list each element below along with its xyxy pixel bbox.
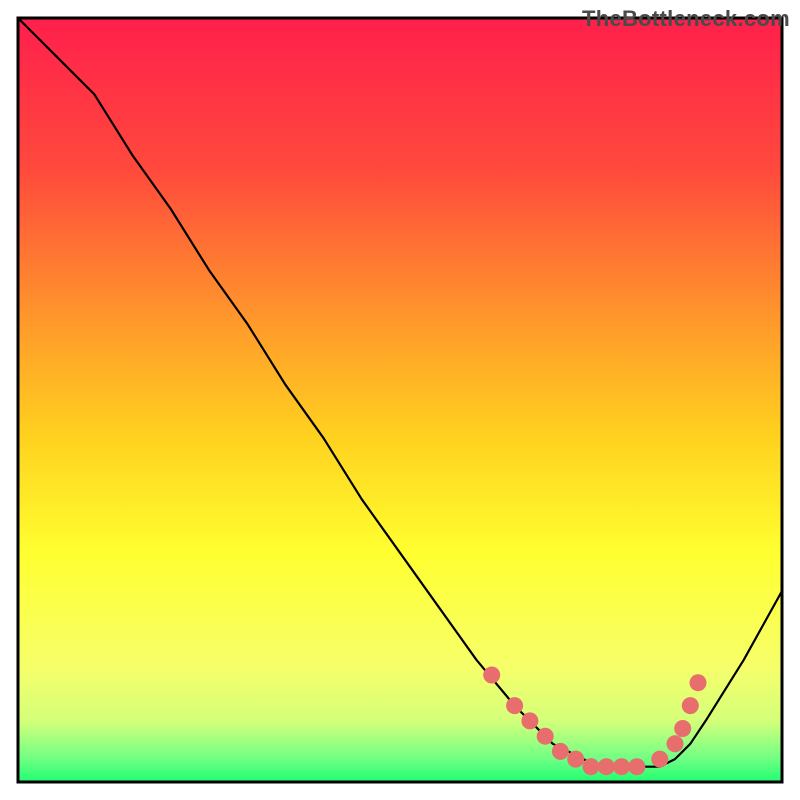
curve-marker — [483, 667, 500, 684]
curve-marker — [552, 743, 569, 760]
bottleneck-curve-chart — [0, 0, 800, 800]
curve-marker — [613, 758, 630, 775]
chart-background — [18, 18, 782, 782]
curve-marker — [628, 758, 645, 775]
curve-marker — [690, 674, 707, 691]
curve-marker — [651, 751, 668, 768]
curve-marker — [583, 758, 600, 775]
curve-marker — [567, 751, 584, 768]
curve-marker — [506, 697, 523, 714]
curve-marker — [521, 712, 538, 729]
curve-marker — [598, 758, 615, 775]
curve-marker — [682, 697, 699, 714]
curve-marker — [537, 728, 554, 745]
chart-container: TheBottleneck.com — [0, 0, 800, 800]
curve-marker — [674, 720, 691, 737]
curve-marker — [667, 735, 684, 752]
watermark-text: TheBottleneck.com — [582, 6, 790, 32]
